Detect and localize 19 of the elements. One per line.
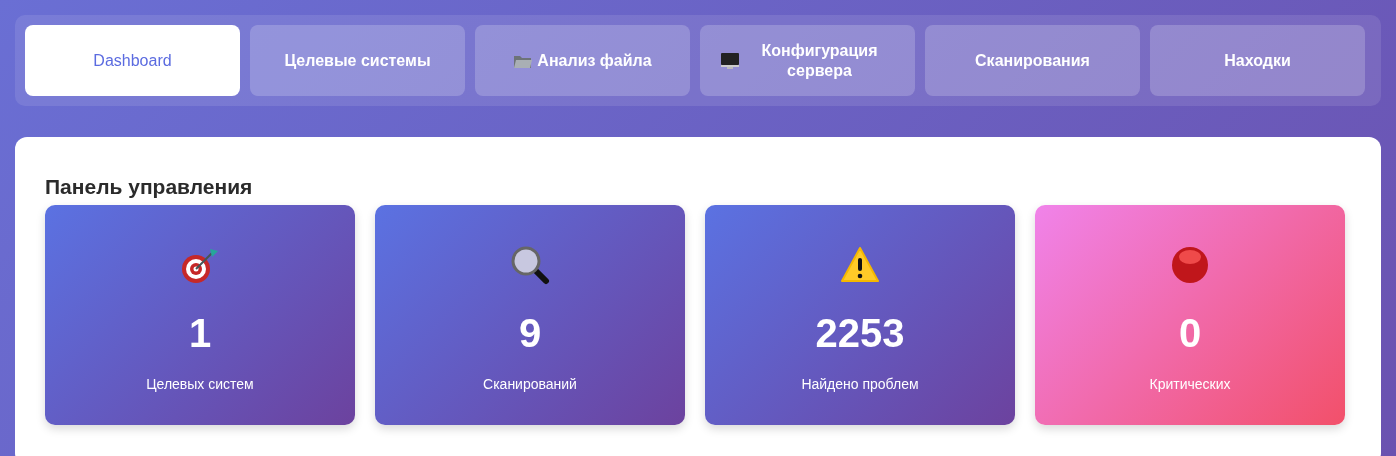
tab[interactable]: Находки xyxy=(1150,25,1365,96)
panel-title: Панель управления xyxy=(45,175,254,199)
magnifier-icon xyxy=(510,245,550,285)
stat-label: Критических xyxy=(1149,376,1231,392)
circle-icon xyxy=(1170,245,1210,285)
stat-label: Найдено проблем xyxy=(801,376,919,392)
stat-value: 2253 xyxy=(815,311,905,356)
stat-value: 0 xyxy=(1178,311,1202,356)
stat-label: Целевых систем xyxy=(146,376,254,392)
tab[interactable]: Целевые системы xyxy=(250,25,465,96)
stat-value: 1 xyxy=(188,311,212,356)
tab[interactable]: Анализ файла xyxy=(475,25,690,96)
tab[interactable]: Сканирования xyxy=(925,25,1140,96)
monitor-icon xyxy=(720,51,740,70)
stat-label: Сканирований xyxy=(483,376,577,392)
warning-icon xyxy=(840,245,880,285)
tab[interactable]: Dashboard xyxy=(25,25,240,96)
stat-value: 9 xyxy=(518,311,542,356)
tab[interactable]: Конфигурация сервера xyxy=(700,25,915,96)
